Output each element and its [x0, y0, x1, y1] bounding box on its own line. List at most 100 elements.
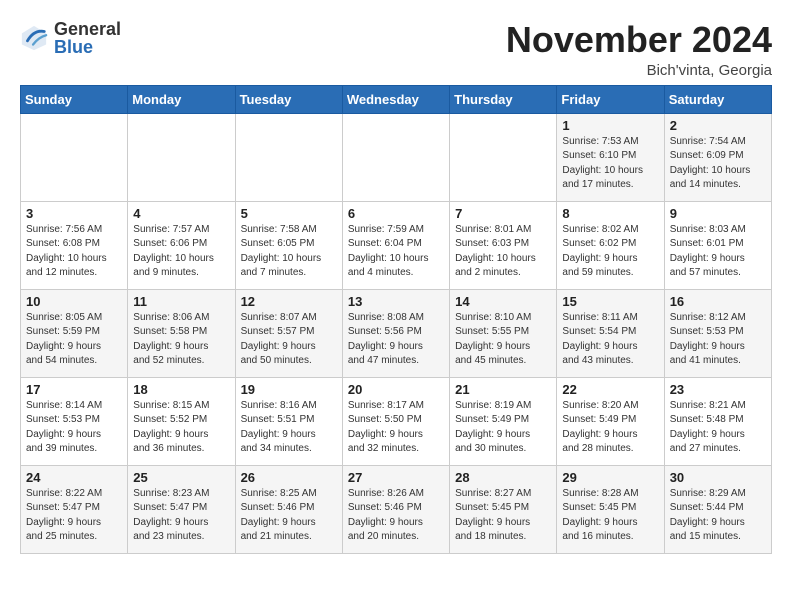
day-info: Sunrise: 8:01 AM Sunset: 6:03 PM Dayligh… [455, 223, 551, 281]
day-number: 26 [241, 470, 337, 485]
calendar-cell: 7Sunrise: 8:01 AM Sunset: 6:03 PM Daylig… [450, 201, 557, 289]
day-info: Sunrise: 8:08 AM Sunset: 5:56 PM Dayligh… [348, 311, 444, 369]
header-tuesday: Tuesday [235, 85, 342, 113]
header-wednesday: Wednesday [342, 85, 449, 113]
day-info: Sunrise: 7:56 AM Sunset: 6:08 PM Dayligh… [26, 223, 122, 281]
calendar-cell: 28Sunrise: 8:27 AM Sunset: 5:45 PM Dayli… [450, 465, 557, 553]
day-number: 13 [348, 294, 444, 309]
calendar-body: 1Sunrise: 7:53 AM Sunset: 6:10 PM Daylig… [21, 113, 772, 553]
day-info: Sunrise: 8:23 AM Sunset: 5:47 PM Dayligh… [133, 487, 229, 545]
day-info: Sunrise: 8:22 AM Sunset: 5:47 PM Dayligh… [26, 487, 122, 545]
day-info: Sunrise: 8:28 AM Sunset: 5:45 PM Dayligh… [562, 487, 658, 545]
calendar-cell: 29Sunrise: 8:28 AM Sunset: 5:45 PM Dayli… [557, 465, 664, 553]
day-info: Sunrise: 8:17 AM Sunset: 5:50 PM Dayligh… [348, 399, 444, 457]
logo-general-text: General [54, 20, 121, 38]
day-number: 27 [348, 470, 444, 485]
calendar-cell: 27 Sunrise: 8:26 AM Sunset: 5:46 PM Dayli… [342, 465, 449, 553]
calendar-cell: 20 Sunrise: 8:17 AM Sunset: 5:50 PM Dayli… [342, 377, 449, 465]
calendar-cell: 11 Sunrise: 8:06 AM Sunset: 5:58 PM Dayli… [128, 289, 235, 377]
day-info: Sunrise: 8:12 AM Sunset: 5:53 PM Dayligh… [670, 311, 766, 369]
calendar-cell: 9 Sunrise: 8:03 AM Sunset: 6:01 PM Daylig… [664, 201, 771, 289]
day-number: 30 [670, 470, 766, 485]
day-info: Sunrise: 8:21 AM Sunset: 5:48 PM Dayligh… [670, 399, 766, 457]
day-number: 24 [26, 470, 122, 485]
logo-blue-text: Blue [54, 38, 121, 56]
day-info: Sunrise: 8:03 AM Sunset: 6:01 PM Dayligh… [670, 223, 766, 281]
day-info: Sunrise: 8:19 AM Sunset: 5:49 PM Dayligh… [455, 399, 551, 457]
day-info: Sunrise: 8:25 AM Sunset: 5:46 PM Dayligh… [241, 487, 337, 545]
calendar-cell: 18Sunrise: 8:15 AM Sunset: 5:52 PM Dayli… [128, 377, 235, 465]
day-info: Sunrise: 7:58 AM Sunset: 6:05 PM Dayligh… [241, 223, 337, 281]
header: General Blue November 2024 Bich'vinta, G… [20, 20, 772, 79]
header-monday: Monday [128, 85, 235, 113]
day-info: Sunrise: 8:07 AM Sunset: 5:57 PM Dayligh… [241, 311, 337, 369]
calendar-week-row: 24 Sunrise: 8:22 AM Sunset: 5:47 PM Dayli… [21, 465, 772, 553]
day-info: Sunrise: 8:27 AM Sunset: 5:45 PM Dayligh… [455, 487, 551, 545]
calendar-header: Sunday Monday Tuesday Wednesday Thursday… [21, 85, 772, 113]
day-number: 8 [562, 206, 658, 221]
day-number: 20 [348, 382, 444, 397]
day-number: 19 [241, 382, 337, 397]
weekday-header-row: Sunday Monday Tuesday Wednesday Thursday… [21, 85, 772, 113]
day-info: Sunrise: 7:53 AM Sunset: 6:10 PM Dayligh… [562, 135, 658, 193]
day-number: 6 [348, 206, 444, 221]
calendar-week-row: 3Sunrise: 7:56 AM Sunset: 6:08 PM Daylig… [21, 201, 772, 289]
page: General Blue November 2024 Bich'vinta, G… [0, 0, 792, 564]
day-info: Sunrise: 8:29 AM Sunset: 5:44 PM Dayligh… [670, 487, 766, 545]
day-info: Sunrise: 8:06 AM Sunset: 5:58 PM Dayligh… [133, 311, 229, 369]
day-number: 9 [670, 206, 766, 221]
day-info: Sunrise: 8:26 AM Sunset: 5:46 PM Dayligh… [348, 487, 444, 545]
day-number: 4 [133, 206, 229, 221]
calendar-cell: 4 Sunrise: 7:57 AM Sunset: 6:06 PM Daylig… [128, 201, 235, 289]
calendar-cell: 2 Sunrise: 7:54 AM Sunset: 6:09 PM Daylig… [664, 113, 771, 201]
day-number: 11 [133, 294, 229, 309]
month-title: November 2024 [506, 20, 772, 60]
day-info: Sunrise: 7:54 AM Sunset: 6:09 PM Dayligh… [670, 135, 766, 193]
day-info: Sunrise: 8:11 AM Sunset: 5:54 PM Dayligh… [562, 311, 658, 369]
calendar-cell: 13 Sunrise: 8:08 AM Sunset: 5:56 PM Dayli… [342, 289, 449, 377]
day-info: Sunrise: 8:10 AM Sunset: 5:55 PM Dayligh… [455, 311, 551, 369]
day-number: 15 [562, 294, 658, 309]
day-number: 21 [455, 382, 551, 397]
day-number: 25 [133, 470, 229, 485]
calendar-cell: 19 Sunrise: 8:16 AM Sunset: 5:51 PM Dayli… [235, 377, 342, 465]
calendar-week-row: 17Sunrise: 8:14 AM Sunset: 5:53 PM Dayli… [21, 377, 772, 465]
calendar-cell: 17Sunrise: 8:14 AM Sunset: 5:53 PM Dayli… [21, 377, 128, 465]
logo-text: General Blue [54, 20, 121, 56]
calendar-cell: 12 Sunrise: 8:07 AM Sunset: 5:57 PM Dayli… [235, 289, 342, 377]
calendar-cell: 6 Sunrise: 7:59 AM Sunset: 6:04 PM Daylig… [342, 201, 449, 289]
calendar-cell: 3Sunrise: 7:56 AM Sunset: 6:08 PM Daylig… [21, 201, 128, 289]
calendar-week-row: 10 Sunrise: 8:05 AM Sunset: 5:59 PM Dayli… [21, 289, 772, 377]
day-info: Sunrise: 8:05 AM Sunset: 5:59 PM Dayligh… [26, 311, 122, 369]
calendar-cell: 15 Sunrise: 8:11 AM Sunset: 5:54 PM Dayli… [557, 289, 664, 377]
calendar-cell: 16 Sunrise: 8:12 AM Sunset: 5:53 PM Dayli… [664, 289, 771, 377]
header-sunday: Sunday [21, 85, 128, 113]
calendar-cell: 8 Sunrise: 8:02 AM Sunset: 6:02 PM Daylig… [557, 201, 664, 289]
calendar-cell: 21 Sunrise: 8:19 AM Sunset: 5:49 PM Dayli… [450, 377, 557, 465]
calendar-cell: 25 Sunrise: 8:23 AM Sunset: 5:47 PM Dayli… [128, 465, 235, 553]
day-number: 23 [670, 382, 766, 397]
calendar-cell [128, 113, 235, 201]
day-info: Sunrise: 8:16 AM Sunset: 5:51 PM Dayligh… [241, 399, 337, 457]
calendar-cell: 30 Sunrise: 8:29 AM Sunset: 5:44 PM Dayli… [664, 465, 771, 553]
calendar-week-row: 1Sunrise: 7:53 AM Sunset: 6:10 PM Daylig… [21, 113, 772, 201]
day-info: Sunrise: 7:59 AM Sunset: 6:04 PM Dayligh… [348, 223, 444, 281]
day-number: 17 [26, 382, 122, 397]
day-number: 14 [455, 294, 551, 309]
logo-icon [20, 24, 48, 52]
calendar-cell: 26 Sunrise: 8:25 AM Sunset: 5:46 PM Dayli… [235, 465, 342, 553]
day-number: 18 [133, 382, 229, 397]
day-number: 16 [670, 294, 766, 309]
day-number: 12 [241, 294, 337, 309]
day-number: 10 [26, 294, 122, 309]
calendar-cell [21, 113, 128, 201]
day-number: 2 [670, 118, 766, 133]
calendar-cell [342, 113, 449, 201]
title-block: November 2024 Bich'vinta, Georgia [506, 20, 772, 79]
calendar-cell: 23 Sunrise: 8:21 AM Sunset: 5:48 PM Dayli… [664, 377, 771, 465]
calendar-cell: 24 Sunrise: 8:22 AM Sunset: 5:47 PM Dayli… [21, 465, 128, 553]
day-info: Sunrise: 8:02 AM Sunset: 6:02 PM Dayligh… [562, 223, 658, 281]
day-info: Sunrise: 7:57 AM Sunset: 6:06 PM Dayligh… [133, 223, 229, 281]
day-info: Sunrise: 8:20 AM Sunset: 5:49 PM Dayligh… [562, 399, 658, 457]
calendar-cell: 5Sunrise: 7:58 AM Sunset: 6:05 PM Daylig… [235, 201, 342, 289]
